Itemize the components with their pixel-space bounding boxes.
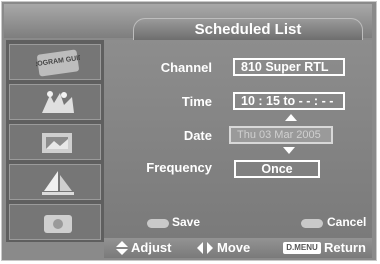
sidebar-item-program-guide[interactable]: PROGRAM GUIDE [9,44,101,80]
return-hint: Return [324,240,366,255]
cancel-button[interactable]: Cancel [327,215,366,229]
sidebar-item-5[interactable] [9,204,101,240]
up-down-arrows-icon [116,241,128,255]
frequency-field[interactable]: Once [234,160,320,178]
channel-label: Channel [160,60,212,75]
sidebar-item-2[interactable] [9,84,101,120]
footer-bar: Adjust Move D.MENU Return [104,238,372,258]
channel-field[interactable]: 810 Super RTL [233,58,345,76]
date-label: Date [183,128,212,143]
photo-frame-icon [42,133,72,153]
page-title: Scheduled List [194,21,302,38]
time-label: Time [181,94,212,109]
frequency-label: Frequency [146,160,212,175]
increase-arrow-icon[interactable] [285,114,297,121]
screen-icon [44,215,72,233]
time-field[interactable]: 10 : 15 to - - : - - [233,92,345,110]
cancel-button-icon[interactable] [301,219,323,228]
sidebar: PROGRAM GUIDE [6,40,104,242]
dmenu-key-icon: D.MENU [283,242,321,254]
move-hint: Move [217,240,251,255]
date-field[interactable]: Thu 03 Mar 2005 [229,126,333,144]
sidebar-item-4[interactable] [9,164,101,200]
left-right-arrows-icon [197,242,213,254]
program-guide-icon: PROGRAM GUIDE [36,49,80,77]
sidebar-item-3[interactable] [9,124,101,160]
decrease-arrow-icon[interactable] [283,147,295,154]
adjust-hint: Adjust [131,240,172,255]
save-button-icon[interactable] [147,219,169,228]
save-button[interactable]: Save [172,215,200,229]
sailboat-icon [42,171,74,195]
dancers-icon [42,91,74,113]
